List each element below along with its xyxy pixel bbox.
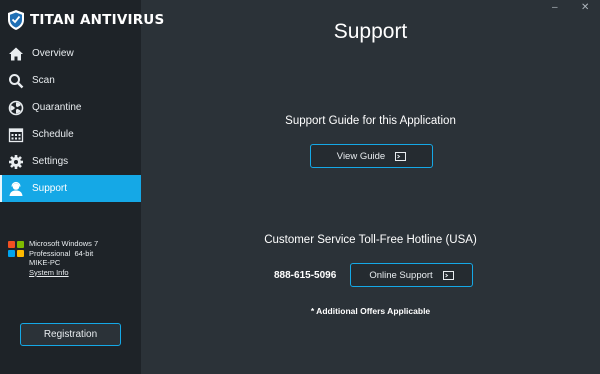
os-name: Microsoft Windows 7 [29,239,99,248]
sidebar-item-quarantine[interactable]: Quarantine [0,94,141,121]
sidebar-item-label: Quarantine [32,102,82,113]
gear-icon [8,154,24,170]
home-icon [8,46,24,62]
window-icon [442,270,454,280]
biohazard-icon [8,100,24,116]
minimize-button[interactable]: – [552,3,558,13]
page-title: Support [333,20,408,43]
close-button[interactable]: ✕ [581,3,589,13]
offers-note: * Additional Offers Applicable [310,306,431,316]
search-icon [8,73,24,89]
sidebar-item-label: Scan [32,75,55,86]
window-icon [395,151,407,161]
sidebar-item-label: Schedule [32,129,74,140]
sidebar-item-schedule[interactable]: Schedule [0,121,141,148]
sidebar-nav: Overview Scan Quarantine Schedule Settin… [0,40,141,202]
online-support-button[interactable]: Online Support [350,263,473,287]
sidebar-item-scan[interactable]: Scan [0,67,141,94]
os-edition: Professional 64-bit [29,248,94,258]
sidebar-item-overview[interactable]: Overview [0,40,141,67]
online-support-label: Online Support [369,269,433,281]
sidebar-item-support[interactable]: Support [0,175,141,202]
system-info-text: Microsoft Windows 7 Professional 64-bit … [29,239,98,277]
sidebar: TITAN ANTIVIRUS Overview Scan Quarantine [0,0,164,374]
sidebar-item-label: Overview [32,48,74,59]
windows-logo-icon [8,241,24,257]
shield-logo-icon [8,10,24,30]
view-guide-button[interactable]: View Guide [310,144,433,168]
hotline-heading: Customer Service Toll-Free Hotline (USA) [264,234,477,246]
sidebar-item-label: Settings [32,156,69,167]
user-support-icon [8,181,24,197]
phone-number: 888-615-5096 [274,270,337,281]
support-guide-heading: Support Guide for this Application [285,115,456,127]
system-info-link[interactable]: System Info [29,268,98,278]
app-window: TITAN ANTIVIRUS Overview Scan Quarantine [0,0,600,374]
calendar-icon [8,127,24,143]
view-guide-label: View Guide [336,150,386,162]
machine-name: MIKE-PC [29,258,61,267]
sidebar-item-label: Support [32,183,68,194]
sidebar-item-settings[interactable]: Settings [0,148,141,175]
system-info: Microsoft Windows 7 Professional 64-bit … [8,239,98,277]
registration-button[interactable]: Registration [20,323,121,346]
